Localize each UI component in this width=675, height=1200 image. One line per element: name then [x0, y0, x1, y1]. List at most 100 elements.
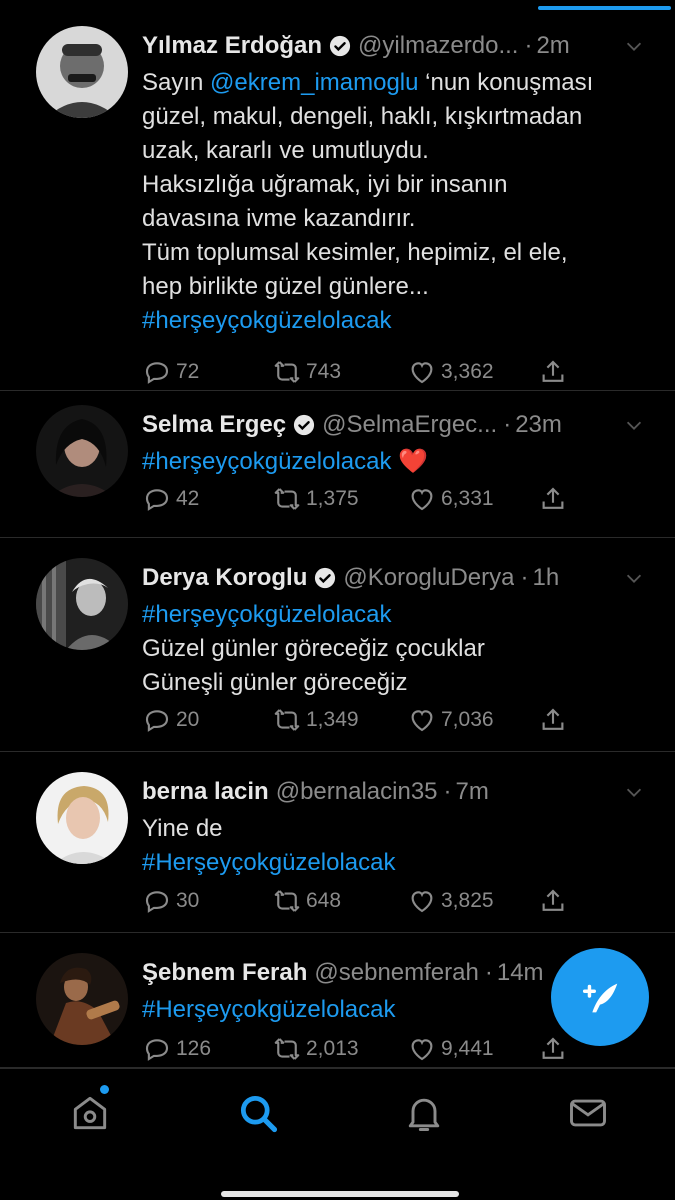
- retweet-button[interactable]: 1,349: [272, 704, 359, 736]
- avatar[interactable]: [36, 953, 128, 1045]
- like-button[interactable]: 3,362: [407, 356, 494, 388]
- share-icon: [542, 1037, 564, 1059]
- mention-link[interactable]: @ekrem_imamoglu: [210, 69, 418, 96]
- tweet-text-line: hep birlikte güzel günlere...: [142, 270, 645, 304]
- avatar[interactable]: [36, 26, 128, 118]
- tweet-timestamp[interactable]: 14m: [497, 959, 544, 987]
- reply-icon: [145, 1039, 169, 1061]
- share-button[interactable]: [538, 483, 572, 515]
- hashtag-link[interactable]: #Herşeyçokgüzelolacak: [142, 996, 395, 1023]
- tweet-card[interactable]: Derya Koroglu @KorogluDerya · 1h #herşey…: [0, 538, 675, 752]
- retweet-count: 648: [306, 889, 342, 912]
- author-handle[interactable]: @bernalacin35: [276, 778, 438, 806]
- share-icon: [542, 889, 564, 911]
- home-indicator: [221, 1191, 459, 1197]
- tweet-text-line: güzel, makul, dengeli, haklı, kışkırtmad…: [142, 100, 645, 134]
- retweet-button[interactable]: 1,375: [272, 483, 359, 515]
- hashtag-link[interactable]: #Herşeyçokgüzelolacak: [142, 849, 395, 876]
- tweet-text-line: Tüm toplumsal kesimler, hepimiz, el ele,: [142, 236, 645, 270]
- share-button[interactable]: [538, 356, 572, 388]
- tweet-timestamp[interactable]: 7m: [456, 778, 489, 806]
- tweet-actions: 20 1,349 7,036: [142, 704, 572, 736]
- tweet-text-segment: ‘nun konuşması: [418, 69, 594, 96]
- author-name[interactable]: Şebnem Ferah: [142, 959, 307, 987]
- author-handle[interactable]: @yilmazerdo...: [358, 32, 518, 60]
- retweet-count: 1,349: [306, 708, 359, 731]
- retweet-button[interactable]: 648: [272, 885, 341, 917]
- tab-notifications[interactable]: [402, 1091, 446, 1135]
- tweet-text-segment: güzel, makul, dengeli, haklı, kışkırtmad…: [142, 103, 583, 130]
- separator-dot: ·: [443, 778, 452, 805]
- chevron-down-icon[interactable]: [623, 567, 645, 589]
- share-icon: [542, 360, 564, 382]
- tweet-text: #herşeyçokgüzelolacak ❤️: [142, 445, 645, 479]
- tweet-text-line: #Herşeyçokgüzelolacak: [142, 846, 645, 880]
- chevron-down-icon[interactable]: [623, 35, 645, 57]
- separator-dot: ·: [503, 411, 512, 438]
- heart-icon: [411, 710, 433, 732]
- reply-button[interactable]: 126: [142, 1033, 211, 1065]
- tweet-text-line: #herşeyçokgüzelolacak: [142, 304, 645, 338]
- compose-tweet-button[interactable]: [551, 948, 649, 1046]
- retweet-button[interactable]: 743: [272, 356, 341, 388]
- tweet-text-line: #herşeyçokgüzelolacak: [142, 598, 645, 632]
- chevron-down-icon[interactable]: [623, 781, 645, 803]
- reply-icon: [145, 710, 169, 732]
- tweet-timestamp[interactable]: 1h: [532, 564, 559, 592]
- chevron-down-icon[interactable]: [623, 414, 645, 436]
- heart-icon: [411, 1039, 433, 1061]
- like-count: 6,331: [441, 487, 494, 510]
- reply-button[interactable]: 72: [142, 356, 199, 388]
- avatar[interactable]: [36, 772, 128, 864]
- share-button[interactable]: [538, 1033, 572, 1065]
- tab-home[interactable]: [68, 1085, 112, 1135]
- tweet-card[interactable]: berna lacin @bernalacin35 · 7m Yine de #H…: [0, 752, 675, 933]
- author-name[interactable]: Derya Koroglu: [142, 564, 307, 592]
- verified-badge-icon: [315, 567, 336, 589]
- tab-messages[interactable]: [566, 1091, 610, 1135]
- avatar[interactable]: [36, 405, 128, 497]
- like-button[interactable]: 7,036: [407, 704, 494, 736]
- tweet-text-segment: uzak, kararlı ve umutluydu.: [142, 137, 429, 164]
- tweet-timestamp[interactable]: 2m: [536, 32, 569, 60]
- tweet-actions: 72 743 3,362: [142, 356, 572, 388]
- mail-icon: [570, 1099, 606, 1127]
- home-icon: [73, 1096, 107, 1130]
- author-handle[interactable]: @KorogluDerya: [343, 564, 514, 592]
- like-button[interactable]: 9,441: [407, 1033, 494, 1065]
- author-name[interactable]: Selma Ergeç: [142, 411, 286, 439]
- tweet-text-line: Güneşli günler göreceğiz: [142, 666, 645, 700]
- hashtag-link[interactable]: #herşeyçokgüzelolacak: [142, 448, 391, 475]
- bottom-tab-bar: [0, 1068, 675, 1200]
- retweet-icon: [274, 1038, 300, 1060]
- reply-button[interactable]: 42: [142, 483, 199, 515]
- heart-icon: [411, 489, 433, 511]
- author-handle[interactable]: @sebnemferah: [314, 959, 478, 987]
- author-name[interactable]: Yılmaz Erdoğan: [142, 32, 322, 60]
- like-button[interactable]: 6,331: [407, 483, 494, 515]
- author-name[interactable]: berna lacin: [142, 778, 269, 806]
- tweet-text: Yine de #Herşeyçokgüzelolacak: [142, 812, 645, 880]
- author-handle[interactable]: @SelmaErgec...: [322, 411, 497, 439]
- retweet-icon: [274, 488, 300, 510]
- share-button[interactable]: [538, 704, 572, 736]
- tab-search[interactable]: [236, 1091, 280, 1135]
- timeline-feed[interactable]: Yılmaz Erdoğan @yilmazerdo... · 2m Sayın…: [0, 14, 675, 1068]
- reply-button[interactable]: 20: [142, 704, 199, 736]
- share-button[interactable]: [538, 885, 572, 917]
- tweet-header: berna lacin @bernalacin35 · 7m: [142, 772, 645, 812]
- tweet-actions: 42 1,375 6,331: [142, 483, 572, 515]
- compose-tweet-icon: [582, 983, 618, 1013]
- reply-count: 126: [176, 1037, 212, 1060]
- retweet-button[interactable]: 2,013: [272, 1033, 359, 1065]
- tweet-card[interactable]: Yılmaz Erdoğan @yilmazerdo... · 2m Sayın…: [0, 14, 675, 391]
- tweet-timestamp[interactable]: 23m: [515, 411, 562, 439]
- tweet-card[interactable]: Selma Ergeç @SelmaErgec... · 23m #herşey…: [0, 391, 675, 538]
- retweet-icon: [274, 361, 300, 383]
- reply-count: 20: [176, 708, 200, 731]
- hashtag-link[interactable]: #herşeyçokgüzelolacak: [142, 601, 391, 628]
- avatar[interactable]: [36, 558, 128, 650]
- like-button[interactable]: 3,825: [407, 885, 494, 917]
- hashtag-link[interactable]: #herşeyçokgüzelolacak: [142, 307, 391, 334]
- reply-button[interactable]: 30: [142, 885, 199, 917]
